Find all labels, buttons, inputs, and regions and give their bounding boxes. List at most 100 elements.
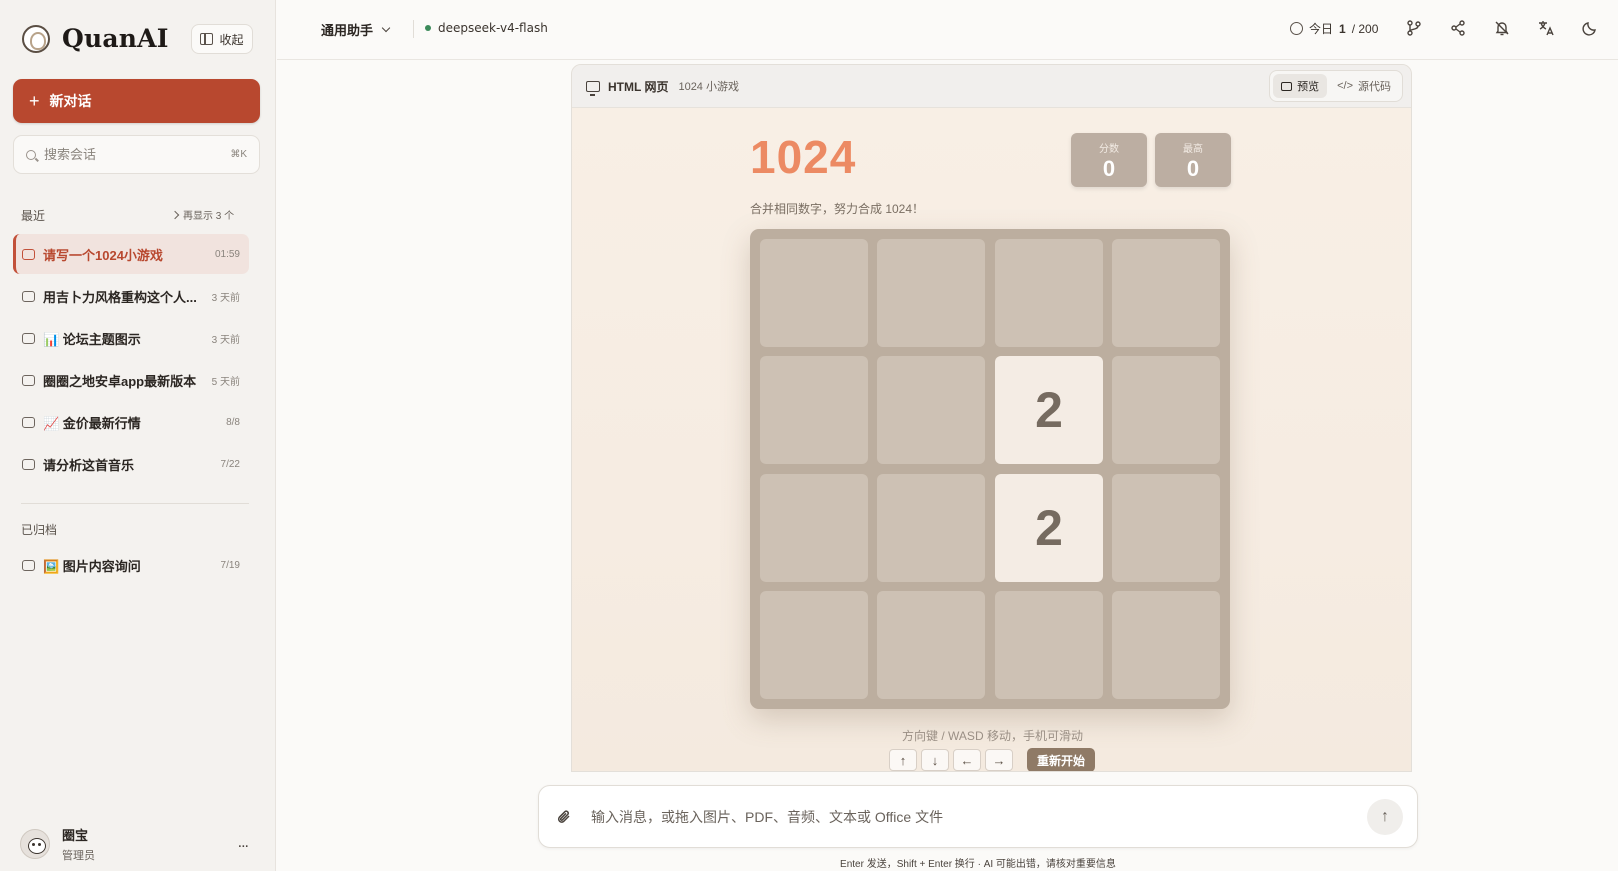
- restart-button[interactable]: 重新开始: [1027, 748, 1095, 771]
- preview-name: 1024 小游戏: [678, 81, 739, 93]
- best-label: 最高: [1183, 144, 1203, 155]
- monitor-icon: [1281, 81, 1293, 91]
- bell-off-icon[interactable]: [1493, 19, 1511, 37]
- arrow-right-button[interactable]: →: [985, 749, 1013, 771]
- tile: [995, 239, 1103, 347]
- conversation-time: 01:59: [214, 248, 240, 260]
- tile: [760, 239, 868, 347]
- message-composer: ↑: [538, 785, 1418, 848]
- conversation-time: 5 天前: [211, 376, 240, 388]
- conversation-item[interactable]: 📈 金价最新行情 8/8: [13, 402, 249, 442]
- conversation-item[interactable]: 用吉卜力风格重构这个人... 3 天前: [13, 276, 249, 316]
- arrow-up-button[interactable]: ↑: [889, 749, 917, 771]
- logo-icon: [22, 24, 50, 53]
- controls-hint: 方向键 / WASD 移动，手机可滑动: [902, 729, 1083, 743]
- conversation-time: 3 天前: [211, 292, 240, 304]
- score-label: 分数: [1099, 144, 1119, 155]
- conversation-item[interactable]: 请分析这首音乐 7/22: [13, 444, 249, 484]
- tile: [877, 239, 985, 347]
- score-box: 分数 0: [1071, 133, 1147, 187]
- arrow-keys: ↑ ↓ ← → 重新开始: [889, 748, 1095, 771]
- conversation-title: 圈圈之地安卓app最新版本: [43, 373, 197, 389]
- conversation-time: 7/22: [220, 458, 240, 470]
- conversation-title: 📊 论坛主题图示: [43, 331, 141, 347]
- send-button[interactable]: ↑: [1367, 798, 1403, 835]
- composer-footnote: Enter 发送，Shift + Enter 换行 · AI 可能出错，请核对重…: [840, 859, 1116, 870]
- best-box: 最高 0: [1155, 133, 1231, 187]
- brand[interactable]: QuanAI: [22, 24, 169, 53]
- conversation-item[interactable]: 📊 论坛主题图示 3 天前: [13, 318, 249, 358]
- game-area: 1024 分数 0 最高 0 合并相同数字，努力合成 1024！ 2 2 方向键…: [572, 108, 1411, 771]
- arrow-left-button[interactable]: ←: [953, 749, 981, 771]
- preview-toggle: 预览 </> 源代码: [1269, 70, 1403, 102]
- user-info: 圈宝 管理员: [62, 825, 95, 863]
- code-icon: </>: [1337, 80, 1353, 92]
- user-profile[interactable]: 圈宝 管理员 ...: [20, 826, 256, 862]
- tab-preview[interactable]: 预览: [1273, 74, 1328, 98]
- new-chat-label: 新对话: [49, 93, 92, 109]
- gauge-icon: [1290, 22, 1303, 35]
- chat-bubble-icon: [22, 416, 35, 428]
- new-chat-button[interactable]: + 新对话: [13, 79, 260, 123]
- share-icon[interactable]: [1449, 19, 1467, 37]
- conversation-title: 用吉卜力风格重构这个人...: [43, 289, 197, 305]
- search-input[interactable]: [44, 147, 223, 162]
- tile: [1112, 239, 1220, 347]
- moon-icon[interactable]: [1581, 19, 1599, 37]
- conversation-item[interactable]: 请写一个1024小游戏 01:59: [13, 234, 249, 274]
- tile: [760, 356, 868, 464]
- brand-name: QuanAI: [62, 24, 169, 53]
- tile: [1112, 474, 1220, 582]
- chat-bubble-icon: [22, 332, 35, 344]
- topbar: 通用助手 deepseek-v4-flash 今日 1 / 200: [277, 0, 1618, 60]
- conversation-title: 🖼️ 图片内容询问: [43, 558, 141, 574]
- tab-source[interactable]: </> 源代码: [1329, 74, 1399, 98]
- status-dot: [425, 25, 431, 31]
- tile: [995, 591, 1103, 699]
- search-icon: [26, 149, 36, 160]
- tile: [877, 356, 985, 464]
- model-label: deepseek-v4-flash: [438, 21, 548, 35]
- avatar: [20, 829, 50, 859]
- archived-conversation-item[interactable]: 🖼️ 图片内容询问 7/19: [13, 545, 249, 585]
- chat-bubble-icon: [22, 559, 35, 571]
- assistant-selector[interactable]: 通用助手: [321, 20, 391, 39]
- conversation-title: 📈 金价最新行情: [43, 415, 141, 431]
- model-selector[interactable]: deepseek-v4-flash: [425, 21, 548, 35]
- tile: [760, 474, 868, 582]
- show-more-label: 再显示 3 个: [183, 211, 235, 222]
- conversation-time: 7/19: [220, 559, 240, 571]
- tile-2: 2: [995, 474, 1103, 582]
- tile: [877, 591, 985, 699]
- conversation-item[interactable]: 圈圈之地安卓app最新版本 5 天前: [13, 360, 249, 400]
- chat-bubble-icon: [22, 374, 35, 386]
- chevron-down-icon: [381, 23, 391, 32]
- chat-bubble-icon: [22, 248, 35, 260]
- paperclip-icon[interactable]: [555, 808, 573, 826]
- sidebar-panel-icon: [200, 33, 214, 45]
- chevron-right-icon: [170, 210, 180, 219]
- daily-quota: 今日 1 / 200: [1290, 20, 1378, 37]
- game-title: 1024: [750, 131, 857, 183]
- tile: [1112, 591, 1220, 699]
- tab-preview-label: 预览: [1297, 81, 1320, 93]
- show-more-button[interactable]: 再显示 3 个: [170, 207, 235, 222]
- best-value: 0: [1186, 156, 1200, 181]
- tile: [877, 474, 985, 582]
- preview-header: HTML 网页 1024 小游戏 预览 </> 源代码: [572, 65, 1411, 108]
- translate-icon[interactable]: [1537, 19, 1555, 37]
- more-options-button[interactable]: ...: [238, 834, 249, 852]
- preview-type: HTML 网页: [608, 79, 669, 94]
- search-box: ⌘K: [13, 135, 260, 174]
- message-input[interactable]: [591, 808, 1367, 825]
- game-board[interactable]: 2 2: [750, 229, 1230, 709]
- tile: [1112, 356, 1220, 464]
- collapse-label: 收起: [219, 32, 244, 47]
- conversation-time: 3 天前: [211, 334, 240, 346]
- html-preview-card: HTML 网页 1024 小游戏 预览 </> 源代码 1024 分数 0 最高…: [571, 64, 1412, 772]
- collapse-sidebar-button[interactable]: 收起: [191, 24, 253, 54]
- archived-section-label: 已归档: [21, 523, 58, 537]
- branch-icon[interactable]: [1405, 19, 1423, 37]
- arrow-down-button[interactable]: ↓: [921, 749, 949, 771]
- conversation-title: 请分析这首音乐: [43, 457, 135, 473]
